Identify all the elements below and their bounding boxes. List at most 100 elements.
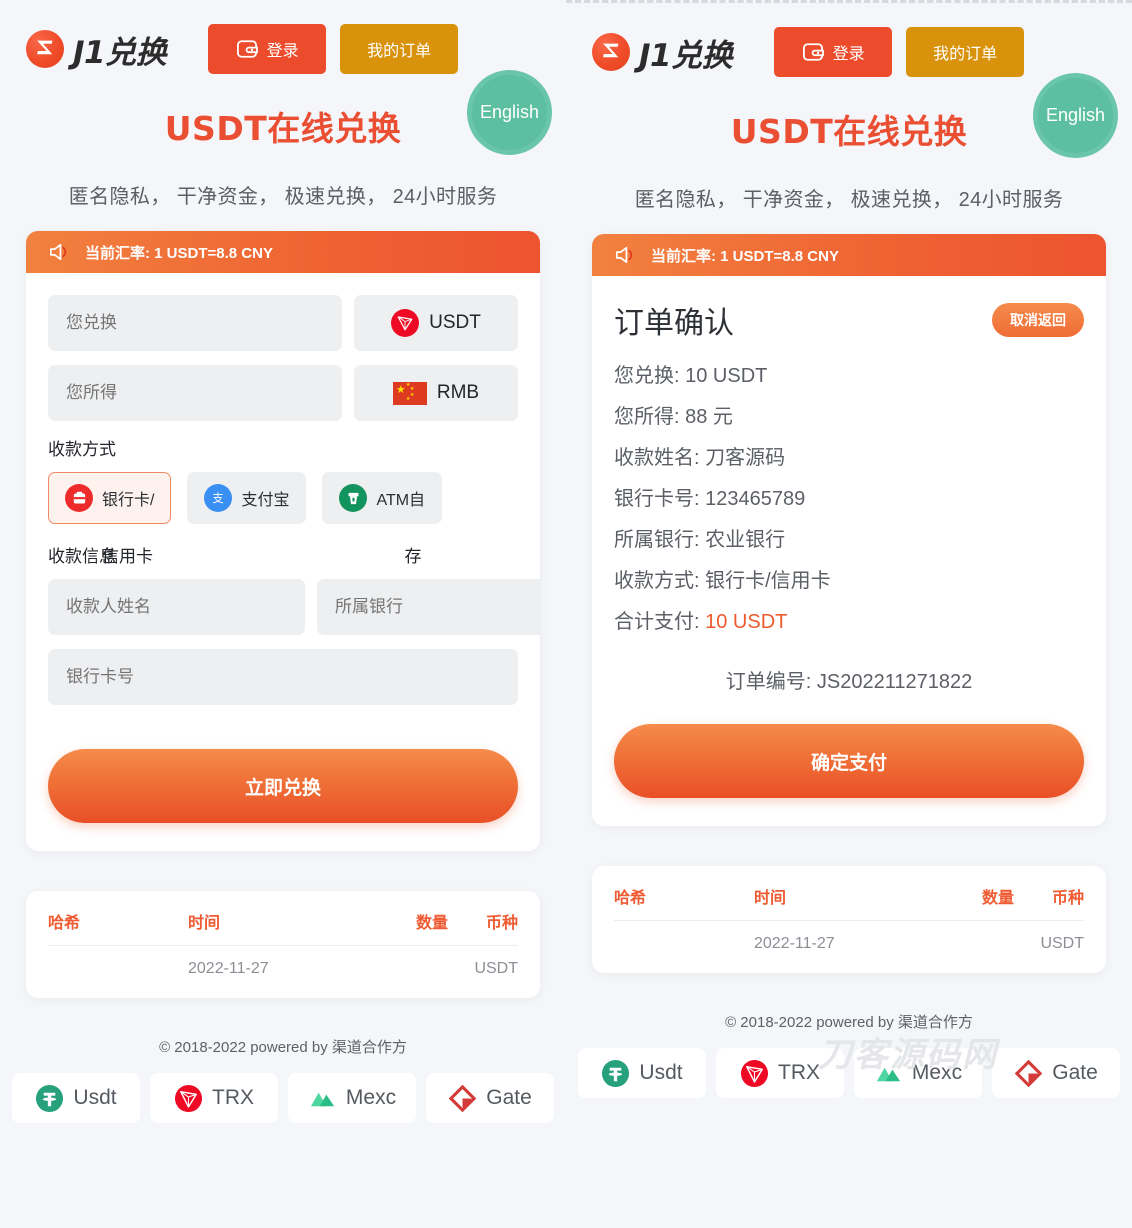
partner-badge-gate[interactable]: Gate	[992, 1048, 1120, 1098]
partner-badge-mexc[interactable]: Mexc	[288, 1073, 416, 1123]
receive-row: ★★★★★ RMB	[48, 365, 518, 421]
alipay-icon: 支	[204, 484, 233, 512]
partner-badge-mexc-label: Mexc	[345, 1086, 397, 1109]
table-header: 哈希 时间 数量 币种	[48, 909, 518, 933]
english-language-badge[interactable]: English	[467, 70, 552, 155]
order-line-card-number: 银行卡号: 123465789	[614, 479, 1084, 520]
hero-section-right: USDT在线兑换 English 匿名隐私， 干净资金， 极速兑换， 24小时服…	[566, 73, 1132, 212]
cell-hash	[48, 960, 188, 978]
hero-subtitle: 匿名隐私， 干净资金， 极速兑换， 24小时服务	[634, 189, 1064, 211]
table-header: 哈希 时间 数量 币种	[614, 884, 1084, 908]
order-line-total-label: 合计支付:	[614, 611, 700, 633]
payment-method-alipay[interactable]: 支 支付宝	[187, 472, 307, 524]
receive-currency-label: RMB	[436, 382, 480, 403]
table-row: 2022-11-27 USDT	[48, 960, 518, 978]
login-button[interactable]: 登录	[774, 27, 893, 77]
payment-method-atm[interactable]: ATM自 存	[322, 472, 443, 566]
column-coin: 币种	[485, 915, 518, 932]
order-line-payee-name-label: 收款姓名:	[614, 447, 700, 469]
partner-badge-usdt-label: Usdt	[639, 1061, 683, 1084]
pay-currency-select[interactable]: USDT	[354, 295, 518, 351]
column-amount: 数量	[981, 890, 1014, 907]
order-line-method-label: 收款方式:	[614, 570, 700, 592]
english-language-badge[interactable]: English	[1033, 73, 1118, 158]
tron-icon	[391, 309, 420, 337]
my-orders-button[interactable]: 我的订单	[340, 24, 459, 74]
tether-icon	[602, 1059, 630, 1087]
j1-logo-icon	[26, 30, 64, 68]
site-header: J1兑换 登录 我的订单	[0, 0, 566, 78]
login-label: 登录	[832, 46, 865, 63]
order-line-bank-label: 所属银行:	[614, 529, 700, 551]
order-line-receive-value: 88 元	[685, 406, 733, 428]
tron-icon	[740, 1059, 769, 1087]
payment-method-atm-label: ATM自 存	[376, 486, 425, 566]
order-line-method-value: 银行卡/信用卡	[705, 570, 831, 592]
confirm-payment-button[interactable]: 确定支付	[614, 724, 1084, 798]
order-line-method: 收款方式: 银行卡/信用卡	[614, 561, 1084, 602]
login-button[interactable]: 登录	[208, 24, 327, 74]
order-line-exchange: 您兑换: 10 USDT	[614, 356, 1084, 397]
partner-badge-trx[interactable]: TRX	[716, 1048, 844, 1098]
partner-badge-gate[interactable]: Gate	[426, 1073, 554, 1123]
login-label: 登录	[266, 43, 299, 60]
order-line-exchange-value: 10 USDT	[685, 365, 768, 387]
order-number-row: 订单编号: JS202211271822	[614, 665, 1084, 694]
cell-amount	[904, 935, 1014, 953]
partner-badges: Usdt TRX Mexc Gate	[0, 1057, 566, 1123]
order-line-payee-name-value: 刀客源码	[705, 447, 786, 469]
mexc-icon	[876, 1067, 901, 1081]
copyright-text: © 2018-2022 powered by 渠道合作方	[725, 1014, 973, 1031]
gate-icon	[1014, 1059, 1043, 1087]
site-header-right: J1兑换 登录 我的订单	[566, 3, 1132, 81]
payment-method-atm-overflow: 存	[404, 547, 422, 566]
order-line-bank-value: 农业银行	[705, 529, 786, 551]
partner-badge-trx[interactable]: TRX	[150, 1073, 278, 1123]
brand-name: J1兑换	[639, 37, 733, 74]
partner-badge-trx-label: TRX	[778, 1061, 820, 1084]
bank-card-icon	[65, 484, 93, 512]
column-amount: 数量	[415, 915, 448, 932]
receive-currency-select[interactable]: ★ ★ ★ ★ ★ RMB	[354, 365, 518, 421]
cell-time: 2022-11-27	[188, 960, 269, 977]
order-number-value: JS202211271822	[816, 671, 973, 693]
partner-badge-usdt[interactable]: Usdt	[578, 1048, 706, 1098]
dual-panel-stage: J1兑换 登录 我的订单 USDT在线兑换 English 匿名隐私， 干净资金…	[0, 0, 1132, 1228]
cancel-return-button[interactable]: 取消返回	[992, 303, 1084, 337]
order-confirm-title: 订单确认	[614, 307, 734, 340]
atm-icon	[339, 484, 368, 512]
rate-banner: 当前汇率: 1 USDT=8.8 CNY	[592, 234, 1106, 276]
cell-coin: USDT	[474, 960, 518, 977]
copyright-text: © 2018-2022 powered by 渠道合作方	[159, 1039, 407, 1056]
my-orders-button[interactable]: 我的订单	[906, 27, 1025, 77]
cell-time: 2022-11-27	[754, 935, 835, 952]
brand-name: J1兑换	[73, 34, 167, 71]
transaction-table-right: 哈希 时间 数量 币种 2022-11-27 USDT	[592, 866, 1106, 973]
rate-banner: 当前汇率: 1 USDT=8.8 CNY	[26, 231, 540, 273]
pay-row: USDT	[48, 295, 518, 351]
rate-banner-text: 当前汇率: 1 USDT=8.8 CNY	[651, 247, 839, 265]
payee-card-number-input[interactable]	[48, 649, 518, 705]
payment-method-bank-card-label: 银行卡/ 信用卡	[102, 486, 154, 566]
transaction-table-left: 哈希 时间 数量 币种 2022-11-27 USDT	[26, 891, 540, 998]
partner-badge-usdt[interactable]: Usdt	[12, 1073, 140, 1123]
cell-coin: USDT	[1040, 935, 1084, 952]
hero-subtitle: 匿名隐私， 干净资金， 极速兑换， 24小时服务	[68, 186, 498, 208]
order-line-total: 合计支付: 10 USDT	[614, 602, 1084, 643]
payee-bank-input[interactable]	[317, 579, 540, 635]
wallet-icon	[236, 40, 258, 58]
receive-amount-input[interactable]	[48, 365, 342, 421]
table-divider	[48, 945, 518, 946]
exchange-now-button[interactable]: 立即兑换	[48, 749, 518, 823]
exchange-form: USDT ★★★★★ RMB 收款方式	[26, 273, 540, 851]
panel-order-confirm: J1兑换 登录 我的订单 USDT在线兑换 English 匿名隐私， 干净资金…	[566, 0, 1132, 1228]
partner-badge-mexc[interactable]: Mexc	[854, 1048, 982, 1098]
order-confirm-header: 订单确认 取消返回	[614, 298, 1084, 342]
payee-name-input[interactable]	[48, 579, 305, 635]
column-hash: 哈希	[48, 915, 81, 932]
payment-method-group: 银行卡/ 信用卡 支 支付宝 ATM自 存	[48, 472, 518, 566]
partner-badges: Usdt TRX Mexc Gate	[566, 1032, 1132, 1098]
pay-amount-input[interactable]	[48, 295, 342, 351]
payment-method-bank-card[interactable]: 银行卡/ 信用卡	[48, 472, 172, 566]
column-coin: 币种	[1051, 890, 1084, 907]
